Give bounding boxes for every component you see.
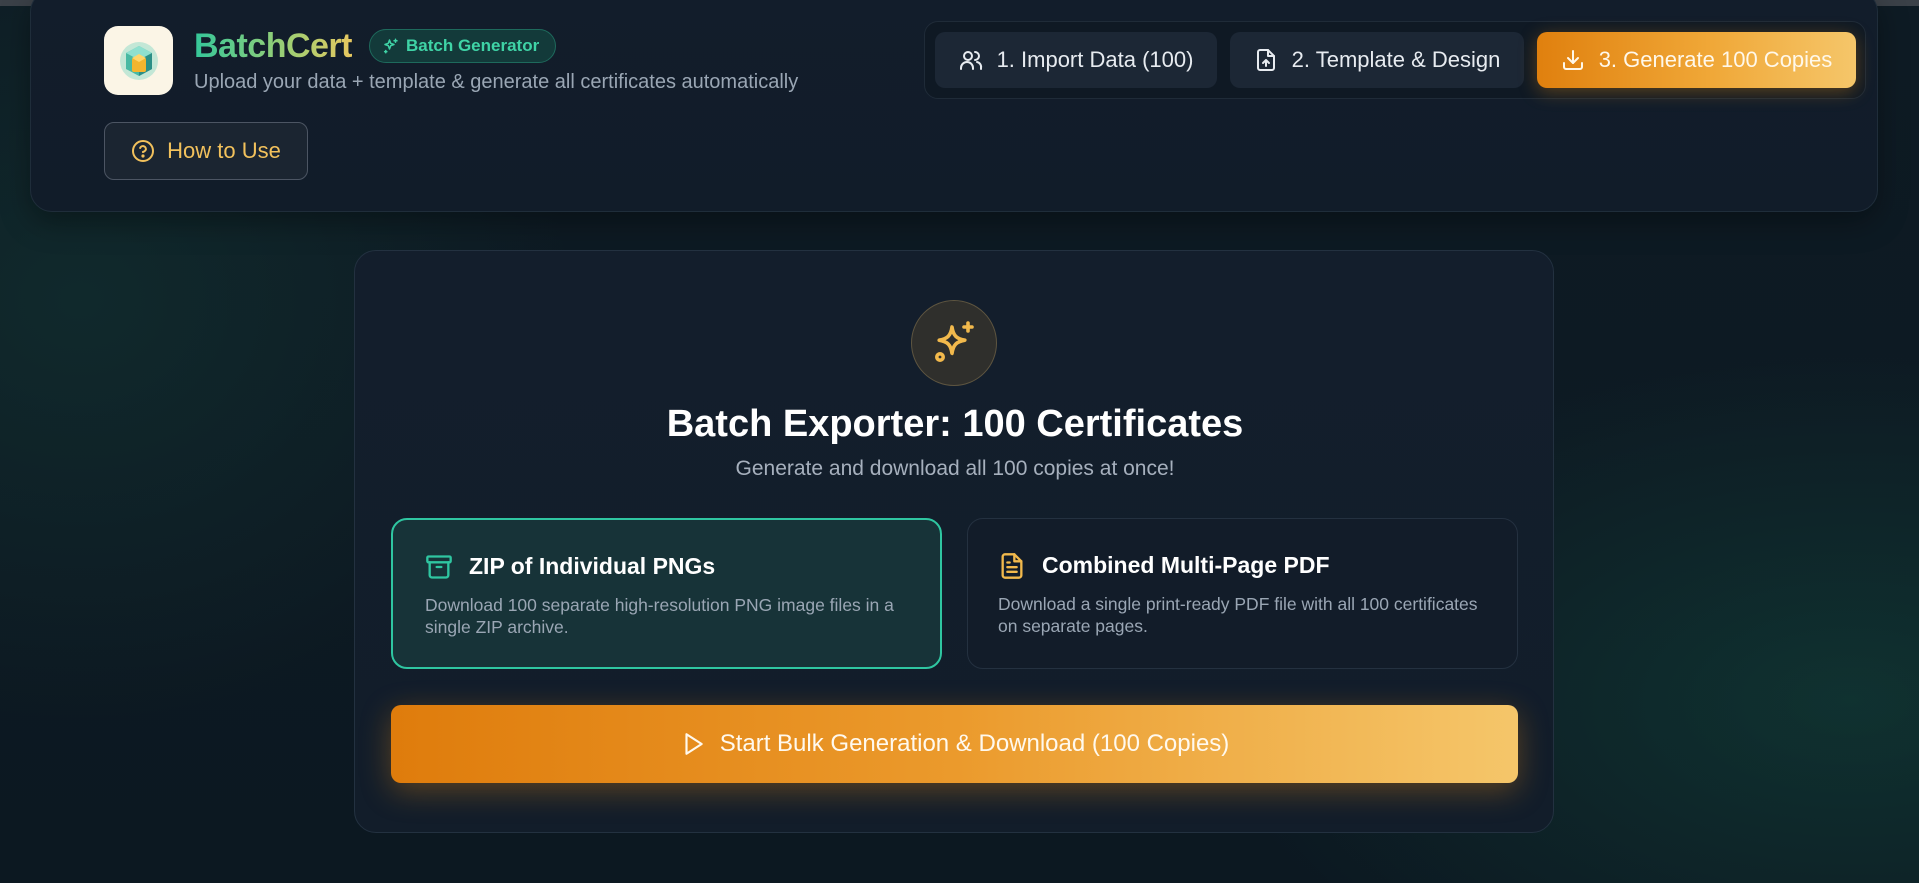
cube-logo-icon bbox=[119, 41, 158, 80]
mode-badge: Batch Generator bbox=[369, 29, 557, 63]
mode-badge-label: Batch Generator bbox=[406, 36, 540, 55]
tab-import-data[interactable]: 1. Import Data (100) bbox=[935, 32, 1217, 88]
tab-template-design-label: 2. Template & Design bbox=[1291, 47, 1501, 72]
archive-icon bbox=[426, 555, 452, 579]
users-icon bbox=[959, 51, 982, 70]
option-zip-pngs[interactable]: ZIP of Individual PNGs Download 100 sepa… bbox=[391, 518, 942, 669]
option-zip-desc: Download 100 separate high-resolution PN… bbox=[425, 595, 894, 637]
brand-name: BatchCert bbox=[194, 27, 352, 65]
option-zip-icon-wrap bbox=[425, 553, 453, 581]
how-to-use-label: How to Use bbox=[167, 138, 281, 163]
option-zip-title: ZIP of Individual PNGs bbox=[469, 553, 716, 579]
app-subtitle: Upload your data + template & generate a… bbox=[194, 71, 799, 93]
tab-generate-copies-label: 3. Generate 100 Copies bbox=[1598, 47, 1833, 72]
file-upload-icon bbox=[1256, 49, 1275, 71]
option-pdf-title: Combined Multi-Page PDF bbox=[1042, 552, 1330, 578]
tab-template-design[interactable]: 2. Template & Design bbox=[1230, 32, 1524, 88]
app-logo bbox=[104, 26, 173, 95]
option-pdf-desc: Download a single print-ready PDF file w… bbox=[998, 594, 1478, 636]
start-bulk-generation-button[interactable]: Start Bulk Generation & Download (100 Co… bbox=[391, 705, 1518, 783]
tab-generate-copies[interactable]: 3. Generate 100 Copies bbox=[1537, 32, 1856, 88]
batch-exporter-card: Batch Exporter: 100 Certificates Generat… bbox=[354, 250, 1554, 833]
option-pdf-icon-wrap bbox=[998, 552, 1026, 580]
play-icon bbox=[685, 733, 703, 755]
file-text-icon bbox=[1001, 553, 1023, 579]
help-circle-icon bbox=[132, 140, 155, 162]
app-header: BatchCert Batch Generator Upload your da… bbox=[30, 0, 1878, 212]
tab-import-data-label: 1. Import Data (100) bbox=[996, 47, 1194, 72]
exporter-title: Batch Exporter: 100 Certificates bbox=[666, 403, 1244, 445]
sparkles-icon bbox=[935, 321, 974, 362]
step-tabs: 1. Import Data (100) 2. Template & Desig… bbox=[924, 21, 1866, 99]
how-to-use-button[interactable]: How to Use bbox=[104, 122, 308, 180]
exporter-subtitle: Generate and download all 100 copies at … bbox=[735, 457, 1175, 480]
start-bulk-generation-label: Start Bulk Generation & Download (100 Co… bbox=[719, 730, 1230, 757]
sparkle-icon bbox=[383, 38, 398, 54]
option-combined-pdf[interactable]: Combined Multi-Page PDF Download a singl… bbox=[967, 518, 1518, 669]
download-icon bbox=[1562, 50, 1583, 70]
exporter-badge bbox=[911, 300, 997, 386]
